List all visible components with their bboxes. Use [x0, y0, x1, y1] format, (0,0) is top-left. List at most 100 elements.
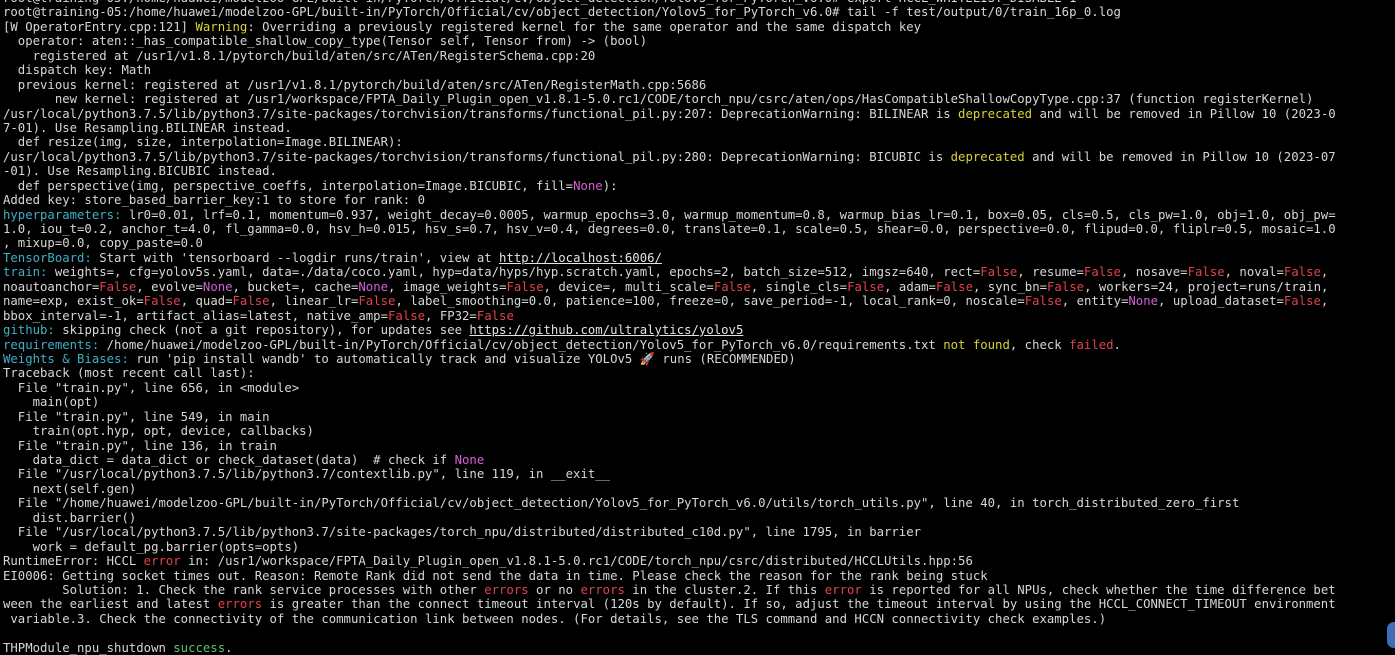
terminal-text: False	[847, 279, 885, 294]
terminal-text: False	[980, 265, 1018, 280]
terminal-text: File "/home/huawei/modelzoo-GPL/built-in…	[3, 496, 1240, 511]
terminal-line: Added key: store_based_barrier_key:1 to …	[3, 193, 1395, 207]
terminal-text: , workers=24, project=runs/train,	[1084, 279, 1329, 294]
terminal-text: name=exp, exist_ok=	[3, 294, 144, 309]
terminal-line: TensorBoard: Start with 'tensorboard --l…	[3, 251, 1395, 265]
terminal-text: in: /usr1/workspace/FPTA_Daily_Plugin_op…	[180, 554, 973, 569]
terminal-text: new kernel: registered at /usr1/workspac…	[3, 92, 1314, 107]
terminal-text: dist.barrier()	[3, 510, 137, 525]
terminal-line: train(opt.hyp, opt, device, callbacks)	[3, 424, 1395, 438]
terminal-link[interactable]: https://github.com/ultralytics/yolov5	[469, 323, 743, 337]
terminal-text: File "train.py", line 549, in main	[3, 409, 270, 424]
terminal-line: File "/home/huawei/modelzoo-GPL/built-in…	[3, 496, 1395, 510]
terminal-text: False	[387, 308, 426, 323]
terminal-line: operator: aten::_has_compatible_shallow_…	[3, 34, 1395, 48]
terminal-text: ,	[1320, 294, 1329, 309]
terminal-text: False	[1283, 265, 1321, 280]
terminal-line: , mixup=0.0, copy_paste=0.0	[3, 236, 1395, 250]
terminal-line: root@training-05:/home/huawei/modelzoo-G…	[3, 5, 1395, 19]
terminal-text: error	[824, 582, 862, 597]
terminal-text: , upload_dataset=	[1158, 294, 1284, 309]
terminal-text: registered at /usr1/v1.8.1/pytorch/build…	[3, 48, 596, 63]
terminal-text: errors	[484, 582, 529, 597]
terminal-text: , FP32=	[425, 308, 477, 323]
terminal-text: False	[476, 308, 514, 323]
terminal-text: root@training-05:/home/huawei/modelzoo-G…	[3, 5, 1121, 20]
terminal-text: None	[358, 279, 389, 294]
terminal-text: work = default_pg.barrier(opts=opts)	[3, 539, 300, 554]
terminal-line: Solution: 1. Check the rank service proc…	[3, 583, 1395, 597]
terminal-text: train:	[3, 265, 48, 280]
terminal-line: hyperparameters: lr0=0.01, lrf=0.1, mome…	[3, 208, 1395, 222]
terminal-text: None	[573, 178, 603, 193]
terminal-text: ween the earliest and latest	[3, 597, 218, 612]
terminal-line: dispatch key: Math	[3, 63, 1395, 77]
terminal-line: new kernel: registered at /usr1/workspac…	[3, 92, 1395, 106]
terminal-text: next(self.gen)	[3, 481, 137, 496]
terminal-text: run 'pip install wandb' to automatically…	[128, 351, 796, 366]
terminal-line: previous kernel: registered at /usr1/v1.…	[3, 78, 1395, 92]
terminal-text: False	[1083, 265, 1121, 280]
terminal-text: operator: aten::_has_compatible_shallow_…	[3, 34, 648, 49]
terminal-text: lr0=0.01, lrf=0.1, momentum=0.937, weigh…	[121, 207, 1336, 222]
terminal-output[interactable]: root@training-05:/home/huawei/modelzoo-G…	[3, 0, 1395, 655]
terminal-line: def resize(img, size, interpolation=Imag…	[3, 135, 1395, 149]
terminal-text: False	[713, 279, 751, 294]
terminal-text: False	[935, 279, 973, 294]
terminal-text: Solution: 1. Check the rank service proc…	[3, 582, 485, 597]
terminal-text: not found	[943, 337, 1010, 352]
terminal-text: , linear_lr=	[269, 294, 359, 309]
terminal-text: success	[173, 640, 226, 655]
terminal-text: variable.3. Check the connectivity of th…	[3, 611, 1107, 626]
terminal-text: None	[1128, 294, 1159, 309]
terminal-line: File "/usr/local/python3.7.5/lib/python3…	[3, 525, 1395, 539]
scroll-indicator[interactable]	[1387, 622, 1395, 648]
terminal-text: , resume=	[1017, 265, 1084, 280]
terminal-text: skipping check (not a git repository), f…	[54, 323, 470, 338]
terminal-line: name=exp, exist_ok=False, quad=False, li…	[3, 294, 1395, 308]
terminal-text: EI0006: Getting socket times out. Reason…	[3, 568, 988, 583]
terminal-text: , check	[1009, 337, 1070, 352]
terminal-text: False	[506, 279, 544, 294]
terminal-text: .	[1113, 337, 1121, 352]
terminal-line: File "train.py", line 549, in main	[3, 410, 1395, 424]
terminal-link[interactable]: http://localhost:6006/	[499, 251, 662, 265]
terminal-line: 7-01). Use Resampling.BILINEAR instead.	[3, 121, 1395, 135]
terminal-text: , quad=	[180, 294, 233, 309]
terminal-text: False	[358, 294, 396, 309]
terminal-text: github:	[3, 323, 55, 338]
terminal-text: train(opt.hyp, opt, device, callbacks)	[3, 424, 314, 439]
terminal-text: root@training-05:/home/huawei/modelzoo-G…	[3, 0, 1077, 5]
terminal-line: -01). Use Resampling.BICUBIC instead.	[3, 164, 1395, 178]
terminal-text: is reported for all NPUs, check whether …	[861, 582, 1336, 597]
terminal-line: File "train.py", line 136, in train	[3, 439, 1395, 453]
terminal-line: github: skipping check (not a git reposi…	[3, 323, 1395, 337]
terminal-text: , image_weights=	[388, 279, 507, 294]
terminal-text: in the cluster.2. If this	[624, 582, 825, 597]
terminal-line: registered at /usr1/v1.8.1/pytorch/build…	[3, 49, 1395, 63]
terminal-text: is greater than the connect timeout inte…	[262, 597, 1336, 612]
terminal-text: requirements:	[3, 337, 100, 352]
terminal-text: THPModule_npu_shutdown	[3, 640, 174, 655]
terminal-text: File "/usr/local/python3.7.5/lib/python3…	[3, 467, 611, 482]
terminal-text: errors	[217, 597, 263, 612]
terminal-text: hyperparameters:	[3, 207, 122, 222]
terminal-line: File "train.py", line 656, in <module>	[3, 381, 1395, 395]
terminal-line: ween the earliest and latest errors is g…	[3, 597, 1395, 611]
terminal-line: work = default_pg.barrier(opts=opts)	[3, 540, 1395, 554]
terminal-line: File "/usr/local/python3.7.5/lib/python3…	[3, 467, 1395, 481]
terminal-text: , evolve=	[136, 279, 203, 294]
terminal-line: variable.3. Check the connectivity of th…	[3, 612, 1395, 626]
terminal-line: train: weights=, cfg=yolov5s.yaml, data=…	[3, 265, 1395, 279]
terminal-line: THPModule_npu_shutdown success.	[3, 641, 1395, 655]
terminal-line: EI0006: Getting socket times out. Reason…	[3, 569, 1395, 583]
terminal-text: , sync_bn=	[972, 279, 1048, 294]
terminal-line: Traceback (most recent call last):	[3, 366, 1395, 380]
terminal-text: weights=, cfg=yolov5s.yaml, data=./data/…	[47, 265, 981, 280]
terminal-text: RuntimeError: HCCL	[3, 554, 144, 569]
terminal-text: , mixup=0.0, copy_paste=0.0	[3, 236, 203, 251]
terminal-line: next(self.gen)	[3, 482, 1395, 496]
terminal-line: dist.barrier()	[3, 511, 1395, 525]
terminal-text: 7-01). Use Resampling.BILINEAR instead.	[3, 120, 292, 135]
terminal-line: def perspective(img, perspective_coeffs,…	[3, 179, 1395, 193]
